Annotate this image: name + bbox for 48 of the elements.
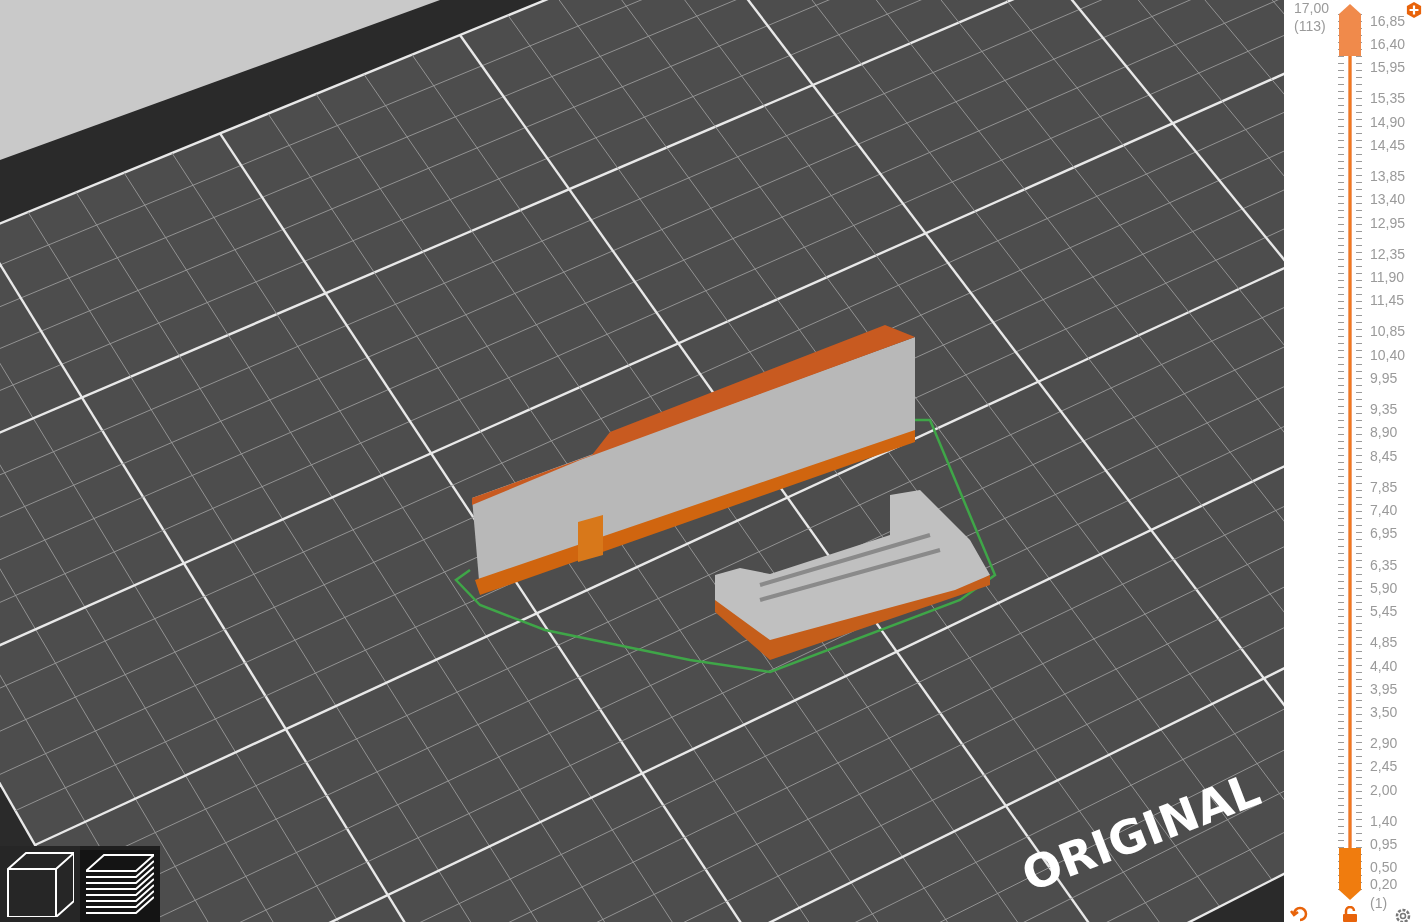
height-tick-label: 5,45 bbox=[1370, 604, 1398, 619]
upper-height-label: 17,00 bbox=[1294, 1, 1330, 15]
height-tick-label: 12,35 bbox=[1370, 246, 1406, 261]
height-tick-label: 2,00 bbox=[1370, 782, 1398, 797]
height-tick-label: 3,95 bbox=[1370, 681, 1398, 696]
height-tick-label: 10,85 bbox=[1370, 324, 1406, 339]
height-tick-label: 8,90 bbox=[1370, 425, 1398, 440]
height-tick-label: 15,35 bbox=[1370, 91, 1406, 106]
height-tick-label: 9,35 bbox=[1370, 402, 1398, 417]
height-tick-label: 12,95 bbox=[1370, 215, 1406, 230]
settings-icon[interactable] bbox=[1394, 906, 1412, 922]
height-tick-label: 16,85 bbox=[1370, 13, 1406, 28]
height-tick-label: 11,90 bbox=[1370, 270, 1404, 285]
height-tick-label: 7,85 bbox=[1370, 479, 1398, 494]
lower-layer-label: (1) bbox=[1370, 896, 1388, 910]
height-tick-label: 11,45 bbox=[1370, 293, 1404, 308]
lower-height-label: 0,20 bbox=[1370, 877, 1398, 891]
height-tick-label: 6,95 bbox=[1370, 526, 1398, 541]
height-tick-label: 4,40 bbox=[1370, 658, 1398, 673]
height-tick-label: 14,90 bbox=[1370, 114, 1406, 129]
height-tick-label: 2,45 bbox=[1370, 759, 1398, 774]
height-tick-label: 16,40 bbox=[1370, 37, 1406, 52]
upper-thumb[interactable] bbox=[1339, 4, 1361, 56]
cube-icon bbox=[6, 851, 74, 917]
height-tick-label: 2,90 bbox=[1370, 736, 1398, 751]
height-tick-label: 13,85 bbox=[1370, 169, 1406, 184]
height-tick-label: 0,50 bbox=[1370, 860, 1398, 875]
height-tick-label: 15,95 bbox=[1370, 60, 1406, 75]
height-tick-label: 9,95 bbox=[1370, 371, 1398, 386]
add-color-change-icon[interactable] bbox=[1406, 2, 1422, 18]
height-tick-label: 13,40 bbox=[1370, 192, 1406, 207]
height-tick-label: 10,40 bbox=[1370, 347, 1406, 362]
lower-thumb[interactable] bbox=[1339, 848, 1361, 900]
upper-layer-label: (113) bbox=[1294, 19, 1326, 33]
height-tick-label: 0,95 bbox=[1370, 837, 1398, 852]
height-tick-label: 14,45 bbox=[1370, 138, 1406, 153]
height-tick-label: 3,50 bbox=[1370, 705, 1398, 720]
slider-track[interactable] bbox=[1348, 56, 1352, 848]
view-mode-button[interactable] bbox=[0, 846, 80, 922]
height-tick-label: 7,40 bbox=[1370, 503, 1398, 518]
height-tick-label: 8,45 bbox=[1370, 448, 1398, 463]
height-tick-label: 4,85 bbox=[1370, 635, 1398, 650]
height-tick-label: 5,90 bbox=[1370, 580, 1398, 595]
lock-icon[interactable] bbox=[1341, 906, 1359, 922]
height-tick-label: 1,40 bbox=[1370, 813, 1398, 828]
view-mode-button[interactable] bbox=[80, 846, 160, 922]
height-tick-label: 6,35 bbox=[1370, 557, 1398, 572]
undo-icon[interactable] bbox=[1290, 906, 1308, 922]
